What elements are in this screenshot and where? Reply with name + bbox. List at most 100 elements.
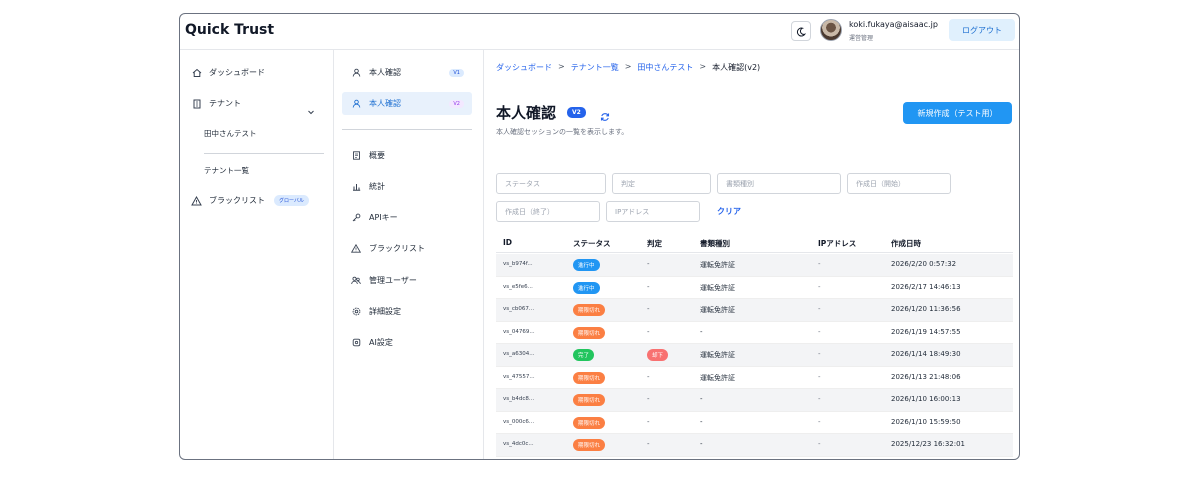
column-header-id[interactable]: ID: [503, 238, 512, 247]
breadcrumb-dashboard[interactable]: ダッシュボード: [496, 62, 552, 73]
session-id[interactable]: vs_47557...: [503, 374, 535, 380]
session-id[interactable]: vs_e5fe6...: [503, 284, 533, 290]
breadcrumb-current: 本人確認(v2): [712, 63, 761, 72]
sidebar-subitem-tenant-list[interactable]: テナント一覧: [204, 165, 249, 176]
nav-item-overview[interactable]: 概要: [342, 144, 472, 167]
status-cell: 進行中: [573, 281, 600, 294]
nav-item-admin-users[interactable]: 管理ユーザー: [342, 269, 472, 292]
doc-type-cell: -: [700, 395, 703, 403]
nav-item-blacklist[interactable]: ブラックリスト: [342, 237, 472, 260]
table-header: ID ステータス 判定 書類種別 IPアドレス 作成日時: [496, 233, 1013, 253]
table-row[interactable]: vs_b974f... 進行中 - 運転免許証 - 2026/2/20 0:57:32: [496, 254, 1013, 277]
doc-type-cell: 運転免許証: [700, 351, 735, 359]
nav-item-identity-v2[interactable]: 本人確認 V2: [342, 92, 472, 115]
user-icon: [351, 99, 361, 109]
ip-cell: -: [818, 440, 821, 448]
nav-item-advanced-settings[interactable]: 詳細設定: [342, 300, 472, 323]
top-header: Quick Trust koki.fukaya@aisaac.jp 運営管理 ロ…: [180, 14, 1019, 50]
judge-badge: 却下: [647, 349, 669, 361]
table-row[interactable]: vs_e5fe6... 進行中 - 運転免許証 - 2026/2/17 14:46:13: [496, 277, 1013, 299]
status-cell: 期限切れ: [573, 416, 606, 429]
divider: [204, 153, 324, 154]
breadcrumb-separator: >: [624, 62, 632, 71]
sidebar-item-blacklist[interactable]: ブラックリスト グローバル: [191, 195, 309, 206]
created-at-cell: 2025/12/23 16:32:01: [891, 440, 966, 448]
app-window: Quick Trust koki.fukaya@aisaac.jp 運営管理 ロ…: [179, 13, 1020, 460]
version-badge: V1: [449, 68, 464, 77]
sidebar-subitem-tanaka-test[interactable]: 田中さんテスト: [204, 128, 257, 139]
chevron-down-icon[interactable]: [307, 101, 315, 120]
ip-filter[interactable]: [606, 201, 700, 222]
session-id[interactable]: vs_b4dc8...: [503, 396, 534, 402]
table-row[interactable]: vs_000c6... 期限切れ - - - 2026/1/10 15:59:50: [496, 412, 1013, 434]
sidebar-item-label: ブラックリスト: [209, 196, 265, 205]
created-at-cell: 2026/1/13 21:48:06: [891, 372, 961, 381]
breadcrumb: ダッシュボード > テナント一覧 > 田中さんテスト > 本人確認(v2): [496, 62, 760, 73]
column-header-status[interactable]: ステータス: [573, 238, 611, 249]
nav-item-label: 詳細設定: [369, 307, 401, 316]
column-header-created-at[interactable]: 作成日時: [891, 238, 921, 249]
judge-cell: -: [647, 417, 650, 426]
user-email: koki.fukaya@aisaac.jp: [849, 20, 938, 29]
status-badge: 期限切れ: [573, 416, 606, 429]
session-id[interactable]: vs_000c6...: [503, 419, 534, 425]
table-row[interactable]: vs_04769... 期限切れ - - - 2026/1/19 14:57:55: [496, 322, 1013, 344]
doc-type-cell: 運転免許証: [700, 261, 735, 269]
sidebar-item-dashboard[interactable]: ダッシュボード: [191, 67, 265, 78]
nav-item-identity-v1[interactable]: 本人確認 V1: [342, 61, 472, 84]
table-row[interactable]: vs_47557... 期限切れ - 運転免許証 - 2026/1/13 21:48:06: [496, 367, 1013, 389]
doc-type-cell: -: [700, 327, 703, 336]
sidebar-item-label: テナント: [209, 99, 241, 108]
date-to-filter[interactable]: [496, 201, 600, 222]
status-filter[interactable]: [496, 173, 606, 194]
sidebar-item-tenant[interactable]: テナント: [191, 98, 241, 109]
status-cell: 進行中: [573, 259, 600, 271]
judge-filter[interactable]: [612, 173, 711, 194]
nav-item-label: 概要: [369, 151, 385, 160]
create-test-button[interactable]: 新規作成（テスト用）: [903, 102, 1012, 124]
table-row[interactable]: vs_b4dc8... 期限切れ - - - 2026/1/10 16:00:13: [496, 389, 1013, 412]
status-badge: 完了: [573, 349, 595, 361]
section-nav: 本人確認 V1 本人確認 V2 概要 統計 APIキー ブラックリスト 管理ユー…: [334, 50, 484, 459]
column-header-ip[interactable]: IPアドレス: [818, 238, 856, 249]
status-cell: 完了: [573, 349, 595, 361]
column-header-doc-type[interactable]: 書類種別: [700, 238, 730, 249]
session-id[interactable]: vs_04769...: [503, 329, 535, 335]
judge-cell: -: [647, 372, 650, 381]
status-cell: 期限切れ: [573, 439, 606, 451]
status-badge: 期限切れ: [573, 439, 606, 451]
version-badge: V2: [449, 99, 464, 108]
ip-cell: -: [818, 282, 821, 291]
table-row[interactable]: vs_a6304... 完了 却下 運転免許証 - 2026/1/14 18:49:30: [496, 344, 1013, 367]
logout-button[interactable]: ログアウト: [949, 19, 1015, 41]
breadcrumb-tenant-list[interactable]: テナント一覧: [571, 62, 619, 73]
nav-item-ai-settings[interactable]: AI設定: [342, 331, 472, 354]
session-id[interactable]: vs_b974f...: [503, 261, 533, 267]
nav-item-label: 本人確認: [369, 99, 401, 108]
theme-toggle-button[interactable]: [791, 21, 811, 41]
nav-item-label: 管理ユーザー: [369, 276, 417, 285]
breadcrumb-tenant[interactable]: 田中さんテスト: [637, 62, 693, 73]
refresh-icon[interactable]: [600, 107, 610, 126]
ip-cell: -: [818, 372, 821, 381]
session-id[interactable]: vs_4dc0c...: [503, 441, 534, 447]
table-row[interactable]: vs_cb067... 期限切れ - 運転免許証 - 2026/1/20 11:36:56: [496, 299, 1013, 322]
bar-chart-icon: [351, 182, 361, 192]
main-content: ダッシュボード > テナント一覧 > 田中さんテスト > 本人確認(v2) 本人…: [484, 50, 1019, 460]
clear-filters-button[interactable]: クリア: [717, 206, 741, 217]
column-header-judge[interactable]: 判定: [647, 238, 662, 249]
nav-item-stats[interactable]: 統計: [342, 175, 472, 198]
avatar[interactable]: [820, 19, 842, 41]
ip-cell: -: [818, 260, 821, 268]
session-id[interactable]: vs_a6304...: [503, 351, 534, 357]
nav-item-api-keys[interactable]: APIキー: [342, 206, 472, 229]
key-icon: [351, 213, 361, 223]
judge-cell: -: [647, 305, 650, 313]
table-row[interactable]: vs_dc1e7...期限切れ---2025/12/23 16:31:45: [496, 457, 1013, 460]
table-row[interactable]: vs_4dc0c... 期限切れ - - - 2025/12/23 16:32:01: [496, 434, 1013, 457]
date-from-filter[interactable]: [847, 173, 951, 194]
session-id[interactable]: vs_cb067...: [503, 306, 534, 312]
created-at-cell: 2026/1/19 14:57:55: [891, 327, 961, 336]
created-at-cell: 2026/2/20 0:57:32: [891, 260, 957, 268]
doc-type-filter[interactable]: [717, 173, 841, 194]
